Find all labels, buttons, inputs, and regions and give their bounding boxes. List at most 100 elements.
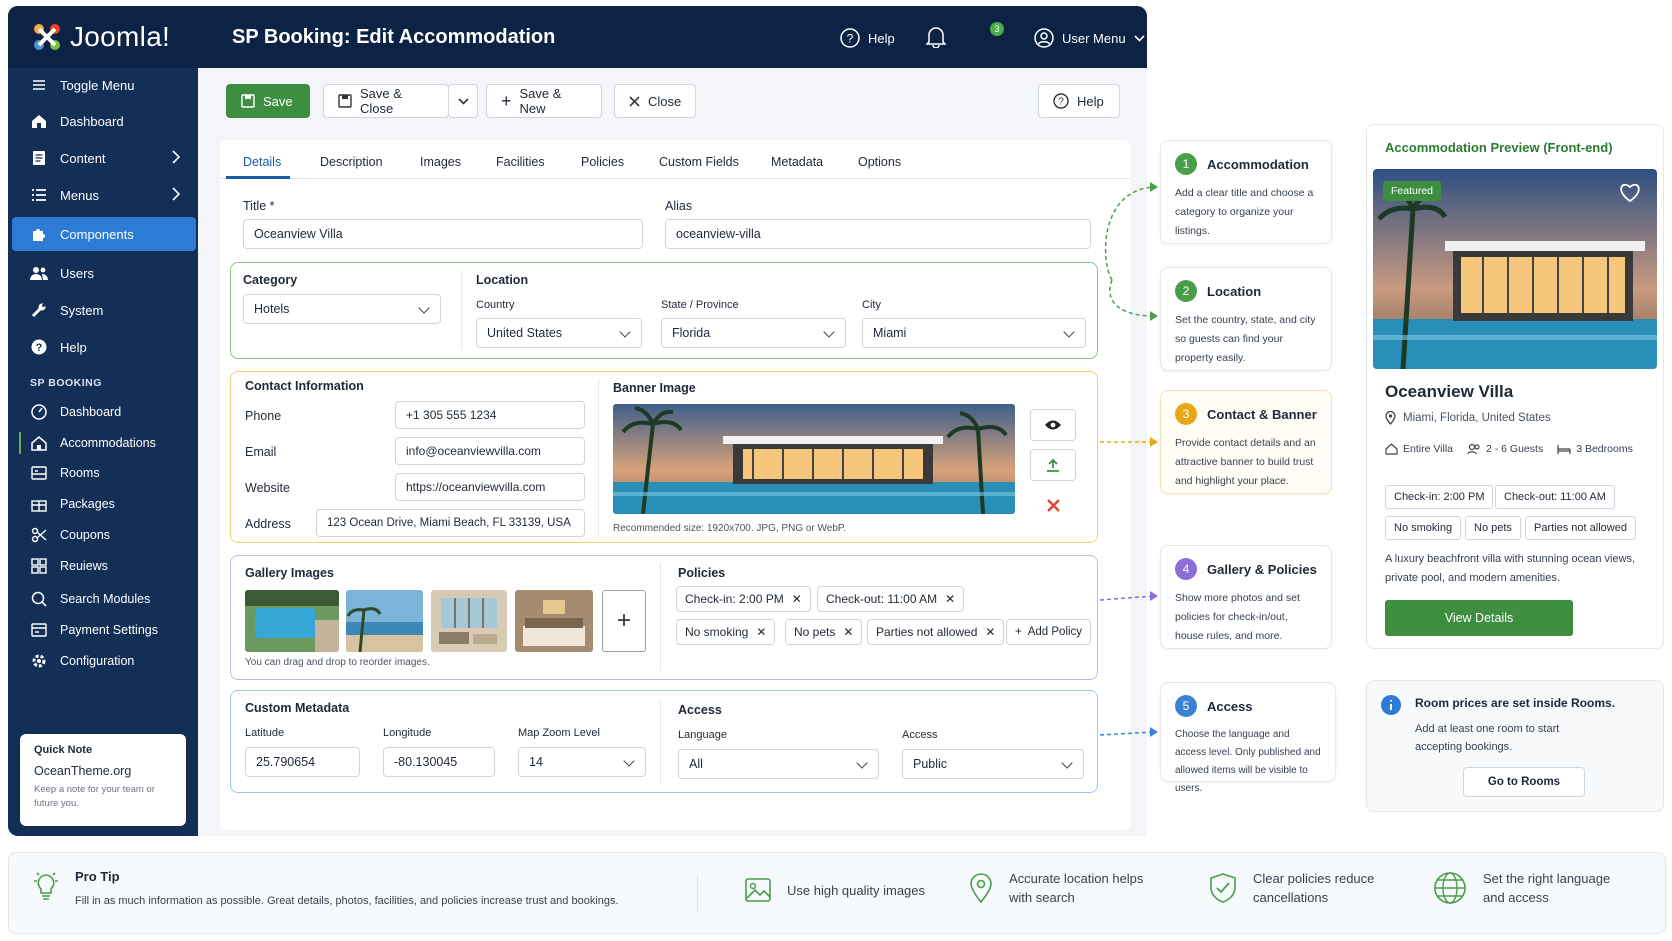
search-icon [30,590,48,608]
go-to-rooms-button[interactable]: Go to Rooms [1463,767,1585,797]
website-input[interactable]: https://oceanviewvilla.com [395,473,585,501]
sidebar-item-users[interactable]: Users [8,256,198,290]
svg-text:?: ? [1058,97,1064,108]
tab-facilities[interactable]: Facilities [496,155,545,169]
gallery-image[interactable] [431,590,507,652]
email-input[interactable]: info@oceanviewvilla.com [395,437,585,465]
notifications-button[interactable] [926,26,946,48]
tab-options[interactable]: Options [858,155,901,169]
bed-icon [1557,443,1571,455]
tab-details[interactable]: Details [243,155,281,169]
user-menu-button[interactable]: User Menu [1034,28,1145,48]
globe-icon [1433,871,1467,905]
policy-chip[interactable]: Parties not allowed ✕ [867,619,1005,645]
view-details-button[interactable]: View Details [1385,600,1573,636]
remove-icon[interactable]: ✕ [843,625,853,639]
tab-custom-fields[interactable]: Custom Fields [659,155,739,169]
access-select[interactable]: Public [902,749,1084,779]
banner-remove-button[interactable] [1030,489,1076,521]
quick-note-hint: Keep a note for your team or future you. [34,784,155,809]
policy-chip-label: No pets [794,625,836,639]
sidebar-item-label: Users [60,265,94,281]
tab-description[interactable]: Description [320,155,383,169]
sidebar-item-menus[interactable]: Menus [8,178,198,212]
language-label: Language [678,729,727,741]
user-circle-icon [1034,28,1054,48]
remove-icon[interactable]: ✕ [792,592,802,606]
guide-card-gallery-policies: 4 Gallery & Policies Show more photos and… [1160,545,1332,649]
sidebar-item-help[interactable]: ? Help [8,330,198,364]
guide-connectors [1099,182,1158,737]
sidebar-item-reviews[interactable]: Reuiews [8,549,198,583]
banner-preview-button[interactable] [1030,409,1076,441]
sidebar-item-packages[interactable]: Packages [8,487,198,521]
add-policy-button[interactable]: + Add Policy [1006,619,1092,645]
sidebar-item-rooms[interactable]: Rooms [8,456,198,490]
save-options-dropdown[interactable] [448,84,478,118]
preview-name: Oceanview Villa [1385,382,1514,401]
banner-image[interactable] [613,404,1015,514]
sidebar-item-dashboard[interactable]: Dashboard [8,104,198,138]
sidebar-item-label: Components [60,226,134,242]
tab-images[interactable]: Images [420,155,461,169]
save-button[interactable]: Save [226,84,310,118]
policy-chip[interactable]: Check-in: 2:00 PM ✕ [676,586,811,612]
sidebar-item-system[interactable]: System [8,293,198,327]
alias-input[interactable]: oceanview-villa [665,219,1091,249]
toggle-icon [30,76,48,94]
close-button[interactable]: Close [614,84,696,118]
remove-icon[interactable]: ✕ [945,592,955,606]
sidebar-item-configuration[interactable]: Configuration [8,644,198,678]
joomla-logo[interactable]: Joomla! [8,6,218,68]
policy-chip[interactable]: No pets ✕ [785,619,863,645]
sidebar-item-accommodations[interactable]: Accommodations [8,426,198,460]
phone-input[interactable]: +1 305 555 1234 [395,401,585,429]
policy-chip-label: Check-in: 2:00 PM [685,592,784,606]
preview-location: Miami, Florida, United States [1385,411,1551,425]
remove-icon[interactable]: ✕ [985,625,995,639]
guide-card-text: Show more photos and set policies for ch… [1175,592,1300,642]
gallery-image[interactable] [245,590,339,652]
guide-card-title: Accommodation [1207,156,1309,172]
zoom-label: Map Zoom Level [518,727,600,739]
tab-metadata[interactable]: Metadata [771,155,823,169]
image-icon [745,878,771,902]
sidebar-item-components[interactable]: Components [12,217,196,251]
plus-icon: + [616,607,631,634]
sidebar-item-sp-dashboard[interactable]: Dashboard [8,395,198,429]
gallery-image[interactable] [346,590,423,652]
gallery-image[interactable] [515,590,593,652]
sidebar-item-content[interactable]: Content [8,141,198,175]
sidebar-item-coupons[interactable]: Coupons [8,518,198,552]
sidebar-item-search-modules[interactable]: Search Modules [8,582,198,616]
language-select[interactable]: All [678,749,879,779]
category-select[interactable]: Hotels [243,294,441,324]
zoom-select[interactable]: 14 [518,747,646,777]
sidebar-item-payment-settings[interactable]: Payment Settings [8,613,198,647]
policy-chip[interactable]: Check-out: 11:00 AM ✕ [817,586,965,612]
chevron-down-icon [458,97,469,105]
sidebar-item-toggle-menu[interactable]: Toggle Menu [8,68,198,102]
favorite-heart-icon[interactable] [1619,183,1641,203]
save-new-button[interactable]: + Save & New [486,84,602,118]
header-help-button[interactable]: ? Help [840,28,895,48]
toolbar-help-button[interactable]: ? Help [1038,84,1120,118]
save-close-button[interactable]: Save & Close [323,84,449,118]
banner-upload-button[interactable] [1030,449,1076,481]
tab-policies[interactable]: Policies [581,155,624,169]
scissors-icon [30,526,48,544]
longitude-input[interactable]: -80.130045 [383,747,495,777]
latitude-input[interactable]: 25.790654 [245,747,360,777]
help-circle-icon: ? [1053,93,1069,109]
city-select[interactable]: Miami [862,318,1086,348]
quick-note[interactable]: Quick Note OceanTheme.org Keep a note fo… [20,734,186,826]
address-input[interactable]: 123 Ocean Drive, Miami Beach, FL 33139, … [316,509,585,537]
list-icon [30,186,48,204]
divider [598,380,599,535]
state-select[interactable]: Florida [661,318,846,348]
remove-icon[interactable]: ✕ [756,625,766,639]
country-select[interactable]: United States [476,318,642,348]
add-gallery-image-button[interactable]: + [602,590,646,652]
title-input[interactable]: Oceanview Villa [243,219,643,249]
policy-chip[interactable]: No smoking ✕ [676,619,776,645]
